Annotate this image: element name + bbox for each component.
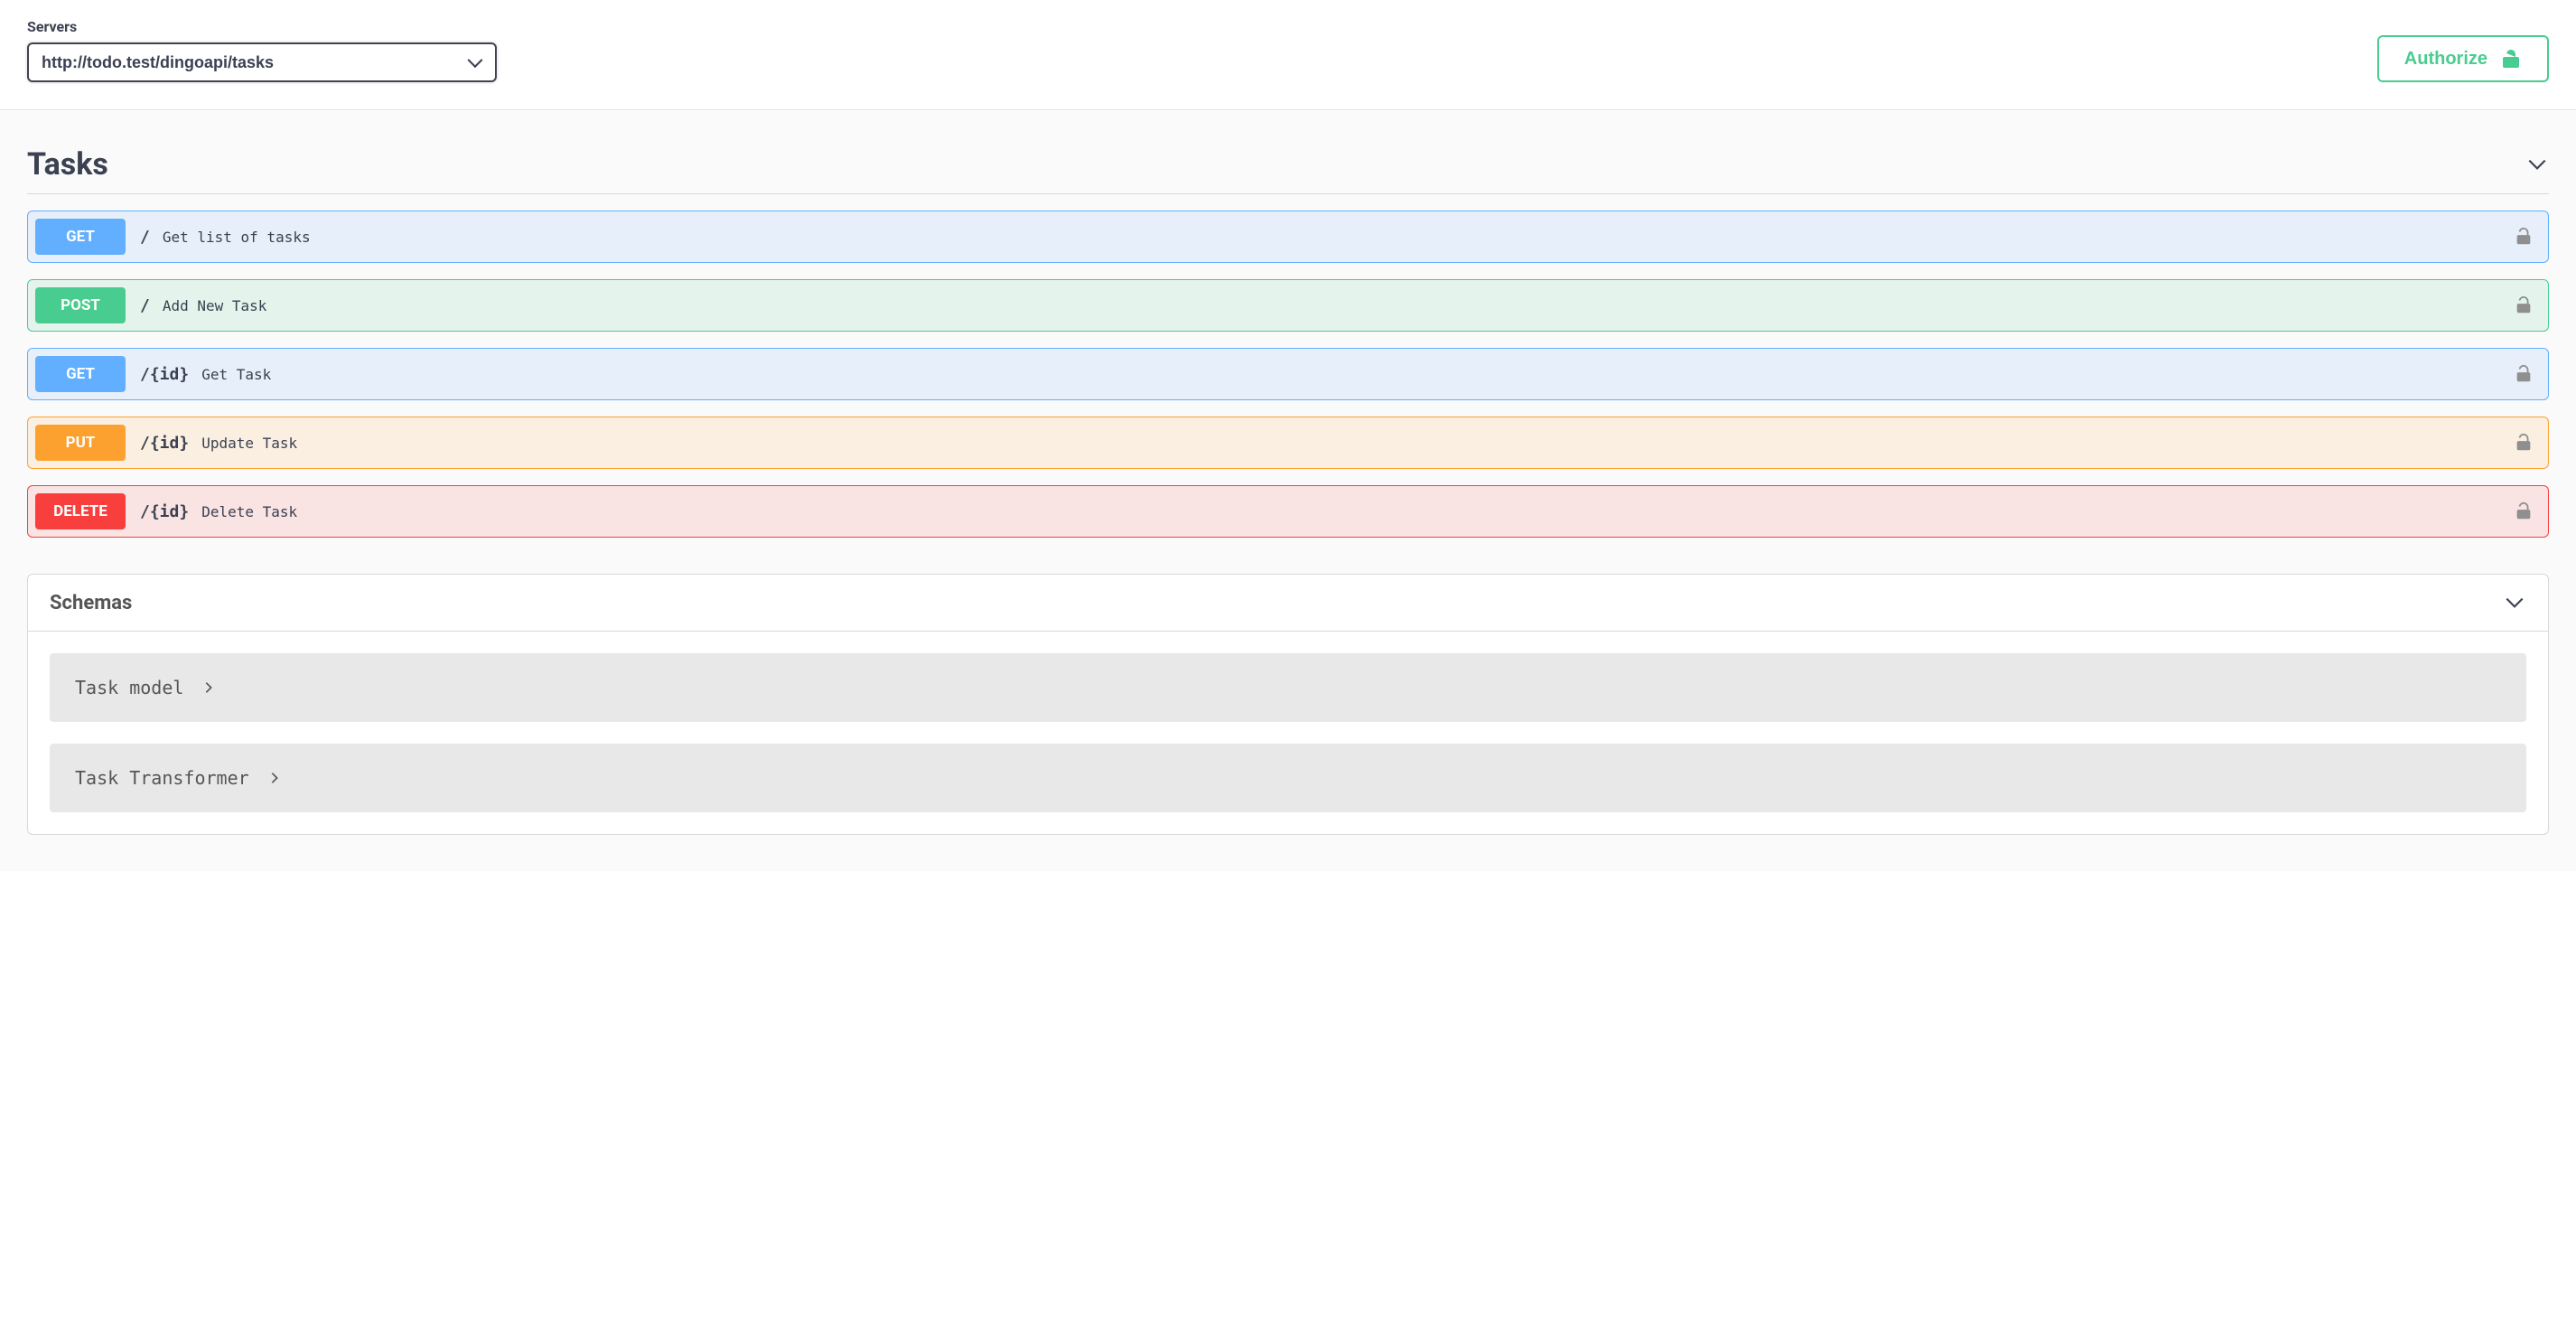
method-badge: POST [35, 287, 126, 323]
operation-summary: Get Task [201, 366, 271, 383]
schemas-section: Schemas Task model Task Transformer [27, 574, 2549, 835]
server-select[interactable]: http://todo.test/dingoapi/tasks [27, 42, 497, 82]
operation-path: /{id} [140, 365, 189, 384]
unlock-icon[interactable] [2514, 501, 2534, 521]
operation-row-get-2[interactable]: GET /{id} Get Task [27, 348, 2549, 400]
operation-row-post-1[interactable]: POST / Add New Task [27, 279, 2549, 332]
schemas-header[interactable]: Schemas [28, 575, 2548, 632]
servers-block: Servers http://todo.test/dingoapi/tasks [27, 18, 497, 82]
schemas-title: Schemas [50, 592, 132, 614]
swagger-ui: Servers http://todo.test/dingoapi/tasks … [0, 0, 2576, 871]
unlock-icon[interactable] [2514, 364, 2534, 384]
authorize-label: Authorize [2404, 49, 2487, 70]
operations-list: GET / Get list of tasks POST / Add New Task GE… [27, 211, 2549, 538]
chevron-right-icon [267, 771, 282, 785]
schema-model[interactable]: Task Transformer [50, 744, 2526, 812]
unlock-icon[interactable] [2514, 295, 2534, 315]
main-area: Tasks GET / Get list of tasks POST / Add New … [0, 110, 2576, 871]
method-badge: DELETE [35, 493, 126, 529]
schema-name: Task model [75, 677, 183, 698]
schemas-body: Task model Task Transformer [28, 632, 2548, 834]
tag-header[interactable]: Tasks [27, 128, 2549, 194]
top-bar: Servers http://todo.test/dingoapi/tasks … [0, 0, 2576, 110]
operation-row-get-0[interactable]: GET / Get list of tasks [27, 211, 2549, 263]
operation-summary: Delete Task [201, 503, 297, 520]
chevron-down-icon [2525, 153, 2549, 176]
schema-model[interactable]: Task model [50, 653, 2526, 722]
server-select-wrap: http://todo.test/dingoapi/tasks [27, 42, 497, 82]
schema-name: Task Transformer [75, 767, 249, 789]
unlock-icon[interactable] [2514, 433, 2534, 453]
operation-row-put-3[interactable]: PUT /{id} Update Task [27, 417, 2549, 469]
operation-summary: Update Task [201, 435, 297, 452]
unlock-icon[interactable] [2514, 227, 2534, 247]
operation-path: / [140, 228, 150, 247]
chevron-right-icon [201, 680, 216, 695]
method-badge: GET [35, 219, 126, 255]
operation-path: / [140, 296, 150, 315]
chevron-down-icon [2503, 591, 2526, 614]
method-badge: PUT [35, 425, 126, 461]
tag-title: Tasks [27, 146, 108, 183]
operation-row-delete-4[interactable]: DELETE /{id} Delete Task [27, 485, 2549, 538]
operation-summary: Add New Task [163, 297, 267, 314]
operation-path: /{id} [140, 434, 189, 453]
unlock-icon [2500, 48, 2522, 70]
method-badge: GET [35, 356, 126, 392]
authorize-button[interactable]: Authorize [2377, 35, 2549, 82]
operation-path: /{id} [140, 502, 189, 521]
servers-label: Servers [27, 18, 497, 35]
operation-summary: Get list of tasks [163, 229, 311, 246]
